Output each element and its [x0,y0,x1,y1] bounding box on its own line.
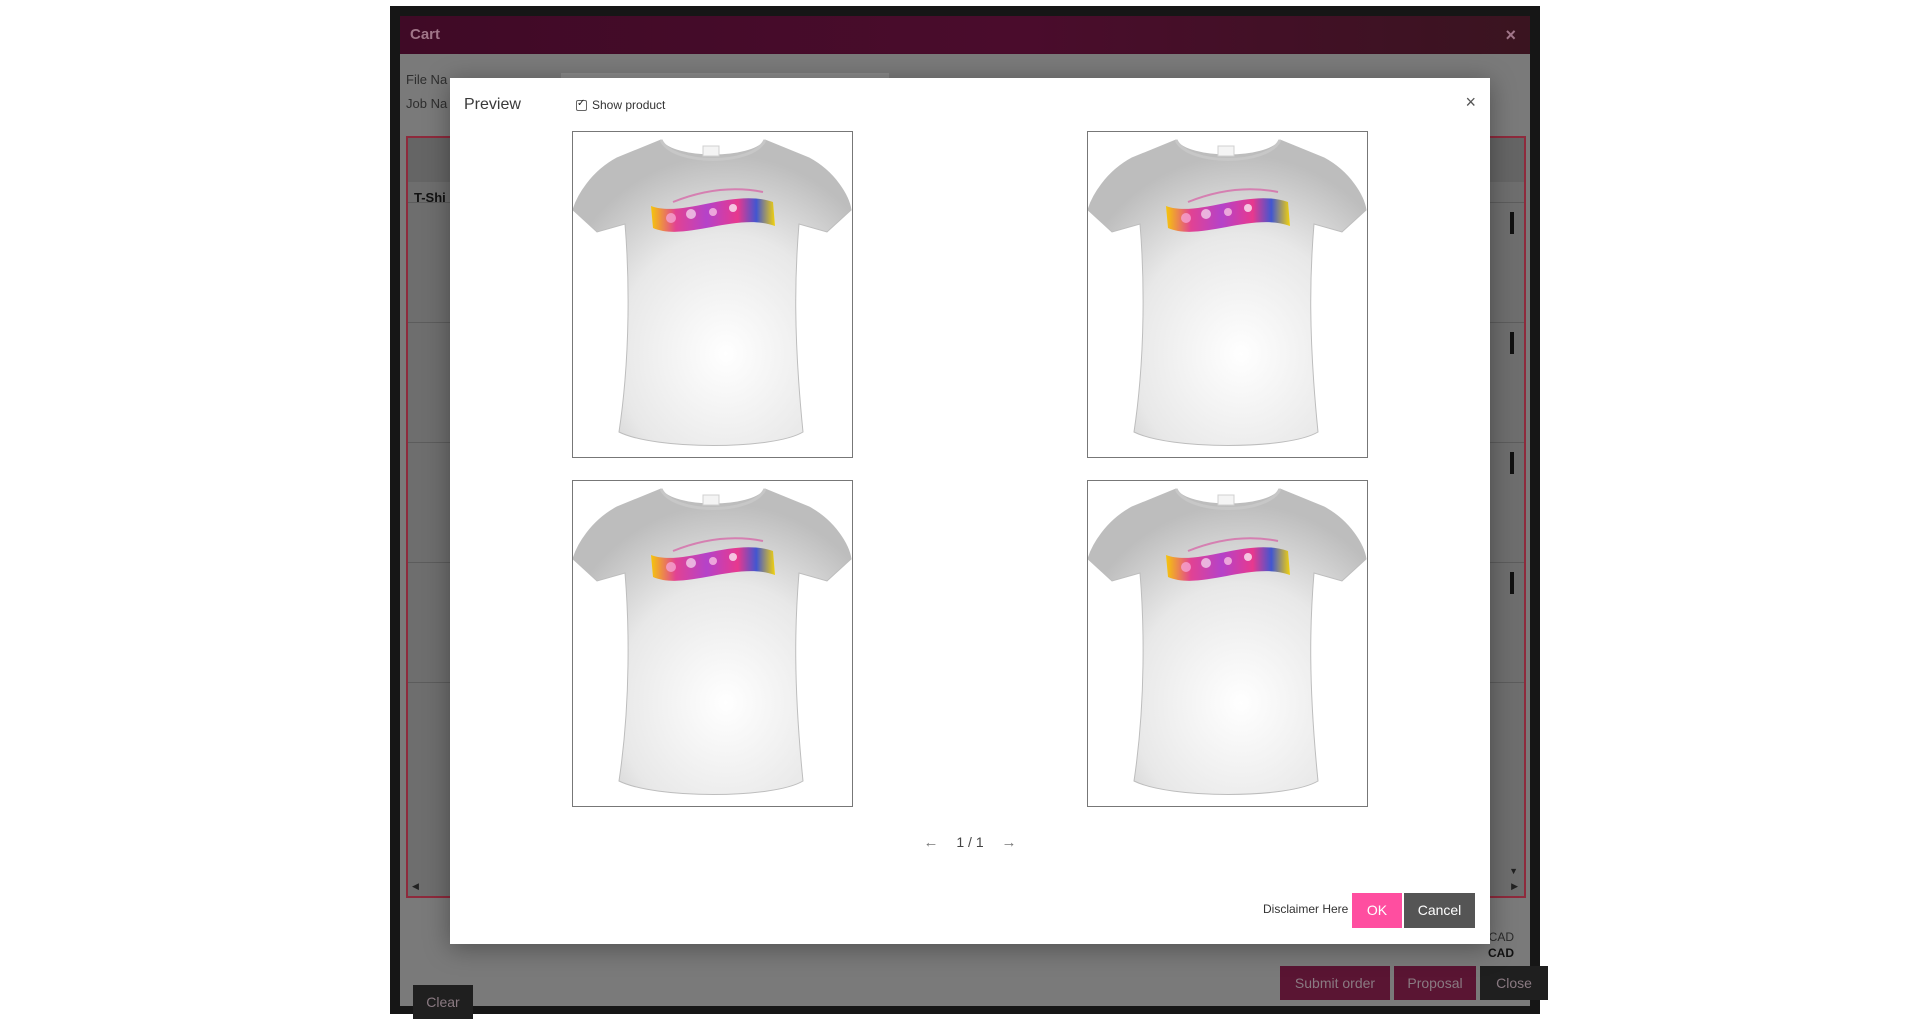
row-handle[interactable] [1510,212,1514,234]
tshirt-image [1088,139,1367,446]
tshirt-image [573,488,852,795]
tshirt-image [1088,488,1367,795]
disclaimer-text: Disclaimer Here [1263,902,1349,916]
row-handle[interactable] [1510,452,1514,474]
cancel-button[interactable]: Cancel [1404,893,1475,928]
close-icon[interactable]: × [1465,92,1476,113]
row-handle[interactable] [1510,572,1514,594]
currency-total-label: CAD [1488,946,1514,960]
cart-title: Cart [410,26,441,43]
preview-shirt-2[interactable] [1087,131,1368,458]
preview-shirt-3[interactable] [572,480,853,807]
arrow-left-icon[interactable]: ← [913,834,948,851]
job-name-label: Job Na [406,96,448,111]
scroll-left-icon[interactable]: ◀ [412,881,419,892]
proposal-button[interactable]: Proposal [1394,966,1476,1000]
currency-label: CAD [1488,930,1514,944]
ok-button[interactable]: OK [1352,893,1402,928]
clear-button[interactable]: Clear [413,985,473,1019]
close-button[interactable]: Close [1480,966,1548,1000]
cart-header: Cart × [400,16,1530,54]
submit-order-button[interactable]: Submit order [1280,966,1390,1000]
row-handle[interactable] [1510,332,1514,354]
cart-close-icon[interactable]: × [1505,16,1516,54]
show-product-toggle[interactable]: Show product [576,98,665,112]
preview-shirt-4[interactable] [1087,480,1368,807]
file-name-label: File Na [406,72,448,87]
tshirt-image [573,139,852,446]
preview-title: Preview [464,96,521,113]
show-product-checkbox[interactable] [576,98,587,111]
arrow-right-icon[interactable]: → [992,834,1027,851]
scroll-right-icon[interactable]: ▶ [1511,881,1518,892]
pager: ← 1 / 1 → [450,834,1490,851]
scroll-down-icon[interactable]: ▼ [1509,866,1518,876]
show-product-label: Show product [592,98,666,112]
preview-modal: Preview Show product × [450,78,1490,944]
preview-shirt-1[interactable] [572,131,853,458]
page-indicator: 1 / 1 [956,834,984,850]
